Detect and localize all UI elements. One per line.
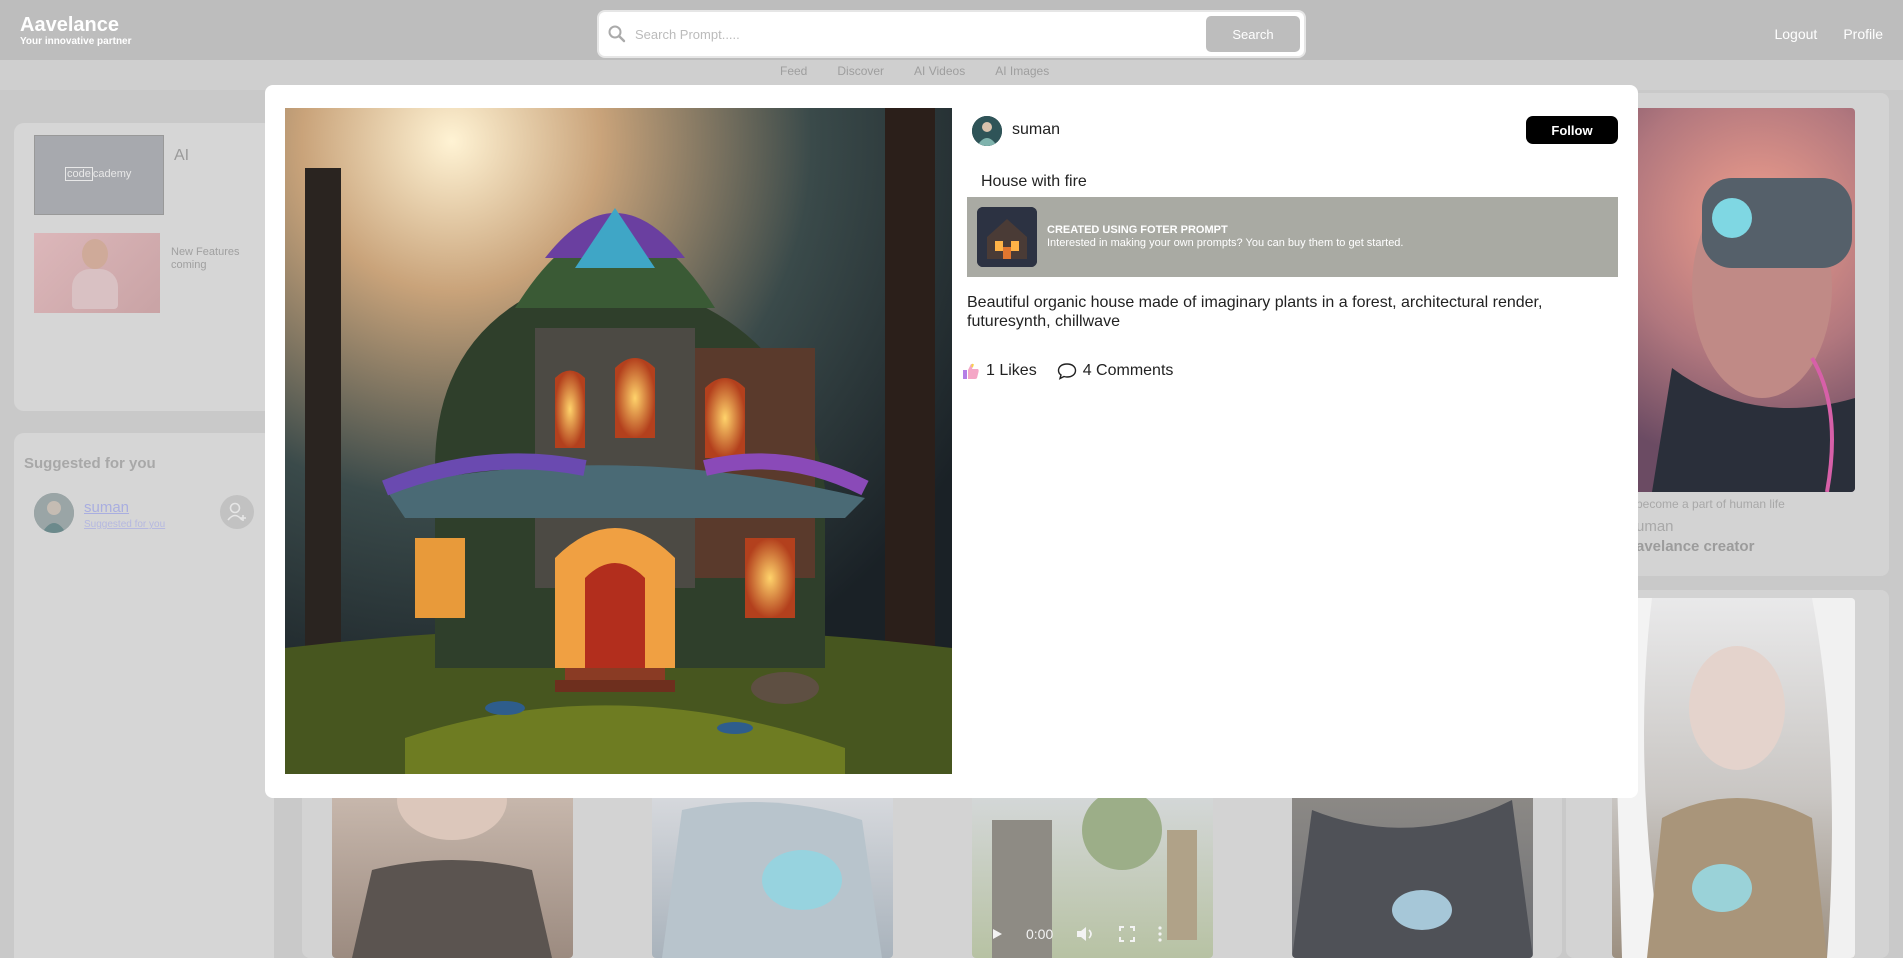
speech-bubble-icon xyxy=(1057,363,1076,380)
profile-link[interactable]: Profile xyxy=(1843,26,1883,42)
promo-heading: CREATED USING FOTER PROMPT xyxy=(1047,224,1228,236)
post-image-art xyxy=(285,108,952,774)
promo-text: Interested in making your own prompts? Y… xyxy=(1047,237,1404,249)
brand-tagline: Your innovative partner xyxy=(20,36,132,47)
thumbs-up-icon xyxy=(963,363,979,379)
feed-image-vr-woman[interactable] xyxy=(1612,108,1855,492)
brand-name: Aavelance xyxy=(20,14,119,36)
search-icon xyxy=(608,25,626,43)
top-header: Aavelance Your innovative partner Search… xyxy=(0,0,1903,60)
post-image[interactable] xyxy=(285,108,952,774)
tab-feed[interactable]: Feed xyxy=(780,64,807,78)
feed-image-elf-art xyxy=(1612,598,1855,958)
comments-count: 4 Comments xyxy=(1082,362,1174,379)
creator-name[interactable]: suman xyxy=(1012,121,1060,139)
post-description: Beautiful organic house made of imaginar… xyxy=(967,294,1543,330)
brand[interactable]: Aavelance Your innovative partner xyxy=(20,14,132,48)
logout-link[interactable]: Logout xyxy=(1774,26,1817,42)
fullscreen-icon[interactable] xyxy=(1119,926,1136,942)
suggested-title: Suggested for you xyxy=(24,455,156,472)
post-stats: 1 Likes 4 Comments xyxy=(962,362,1193,380)
add-user-icon xyxy=(227,502,246,521)
comment-button[interactable]: 4 Comments xyxy=(1057,362,1174,380)
feed-image-4-art xyxy=(1292,800,1533,958)
creator-avatar-image xyxy=(972,116,1002,146)
tab-ai-images[interactable]: AI Images xyxy=(995,64,1049,78)
follow-button[interactable]: Follow xyxy=(1526,116,1618,144)
suggested-user-name[interactable]: suman xyxy=(84,499,129,516)
feed-image-elf-warrior[interactable] xyxy=(1612,598,1855,958)
suggested-card: Suggested for you suman Suggested for yo… xyxy=(14,433,274,958)
feed-image-2[interactable] xyxy=(652,790,893,958)
nav-tabs: Feed Discover AI Videos AI Images xyxy=(780,64,1049,78)
more-vertical-icon[interactable] xyxy=(1157,926,1163,942)
play-icon[interactable] xyxy=(990,927,1004,941)
creator-avatar[interactable] xyxy=(972,116,1002,146)
ad-logo-box: code xyxy=(65,167,93,181)
suggested-user-subtitle[interactable]: Suggested for you xyxy=(84,519,165,530)
promo-thumbnail xyxy=(977,207,1037,267)
video-time: 0:00 xyxy=(1026,926,1054,942)
volume-icon[interactable] xyxy=(1075,926,1097,942)
tab-ai-videos[interactable]: AI Videos xyxy=(914,64,965,78)
promo-thumbnail-art xyxy=(977,207,1037,267)
feed-image-1-art xyxy=(352,790,552,958)
add-user-button[interactable] xyxy=(220,495,254,529)
feed-user[interactable]: uman xyxy=(1636,518,1674,535)
header-links: Logout Profile xyxy=(1774,26,1883,42)
ad-logo-text: cademy xyxy=(92,168,132,180)
ad-logo: code cademy xyxy=(65,167,132,181)
feed-image-4[interactable] xyxy=(1292,790,1533,958)
feed-image-2-art xyxy=(662,802,882,958)
video-controls: 0:00 xyxy=(972,918,1212,950)
feed-image-vr-art xyxy=(1652,178,1855,492)
search-input[interactable] xyxy=(635,21,1195,47)
tab-discover[interactable]: Discover xyxy=(837,64,884,78)
feed-role: avelance creator xyxy=(1636,538,1755,555)
promo-banner[interactable]: CREATED USING FOTER PROMPT Interested in… xyxy=(967,197,1618,277)
avatar-image xyxy=(34,493,74,533)
ad-label: AI xyxy=(174,147,190,164)
like-button[interactable]: 1 Likes xyxy=(962,362,1037,380)
ad-banner[interactable]: code cademy xyxy=(34,135,164,215)
post-modal: suman Follow House with fire CREATED USI… xyxy=(265,85,1638,798)
ad-photo[interactable] xyxy=(34,233,160,313)
ad-photo-torso xyxy=(72,269,118,309)
post-title: House with fire xyxy=(981,173,1087,190)
feed-image-1[interactable] xyxy=(332,790,573,958)
likes-count: 1 Likes xyxy=(986,362,1037,379)
ad-card: code cademy AI New Features coming xyxy=(14,123,274,411)
search-button[interactable]: Search xyxy=(1206,16,1300,52)
feed-caption: become a part of human life xyxy=(1636,497,1785,511)
ad-photo-face xyxy=(82,239,108,269)
avatar[interactable] xyxy=(34,493,74,533)
search-bar: Search xyxy=(599,12,1304,56)
ad-subtitle: New Features coming xyxy=(171,246,240,271)
